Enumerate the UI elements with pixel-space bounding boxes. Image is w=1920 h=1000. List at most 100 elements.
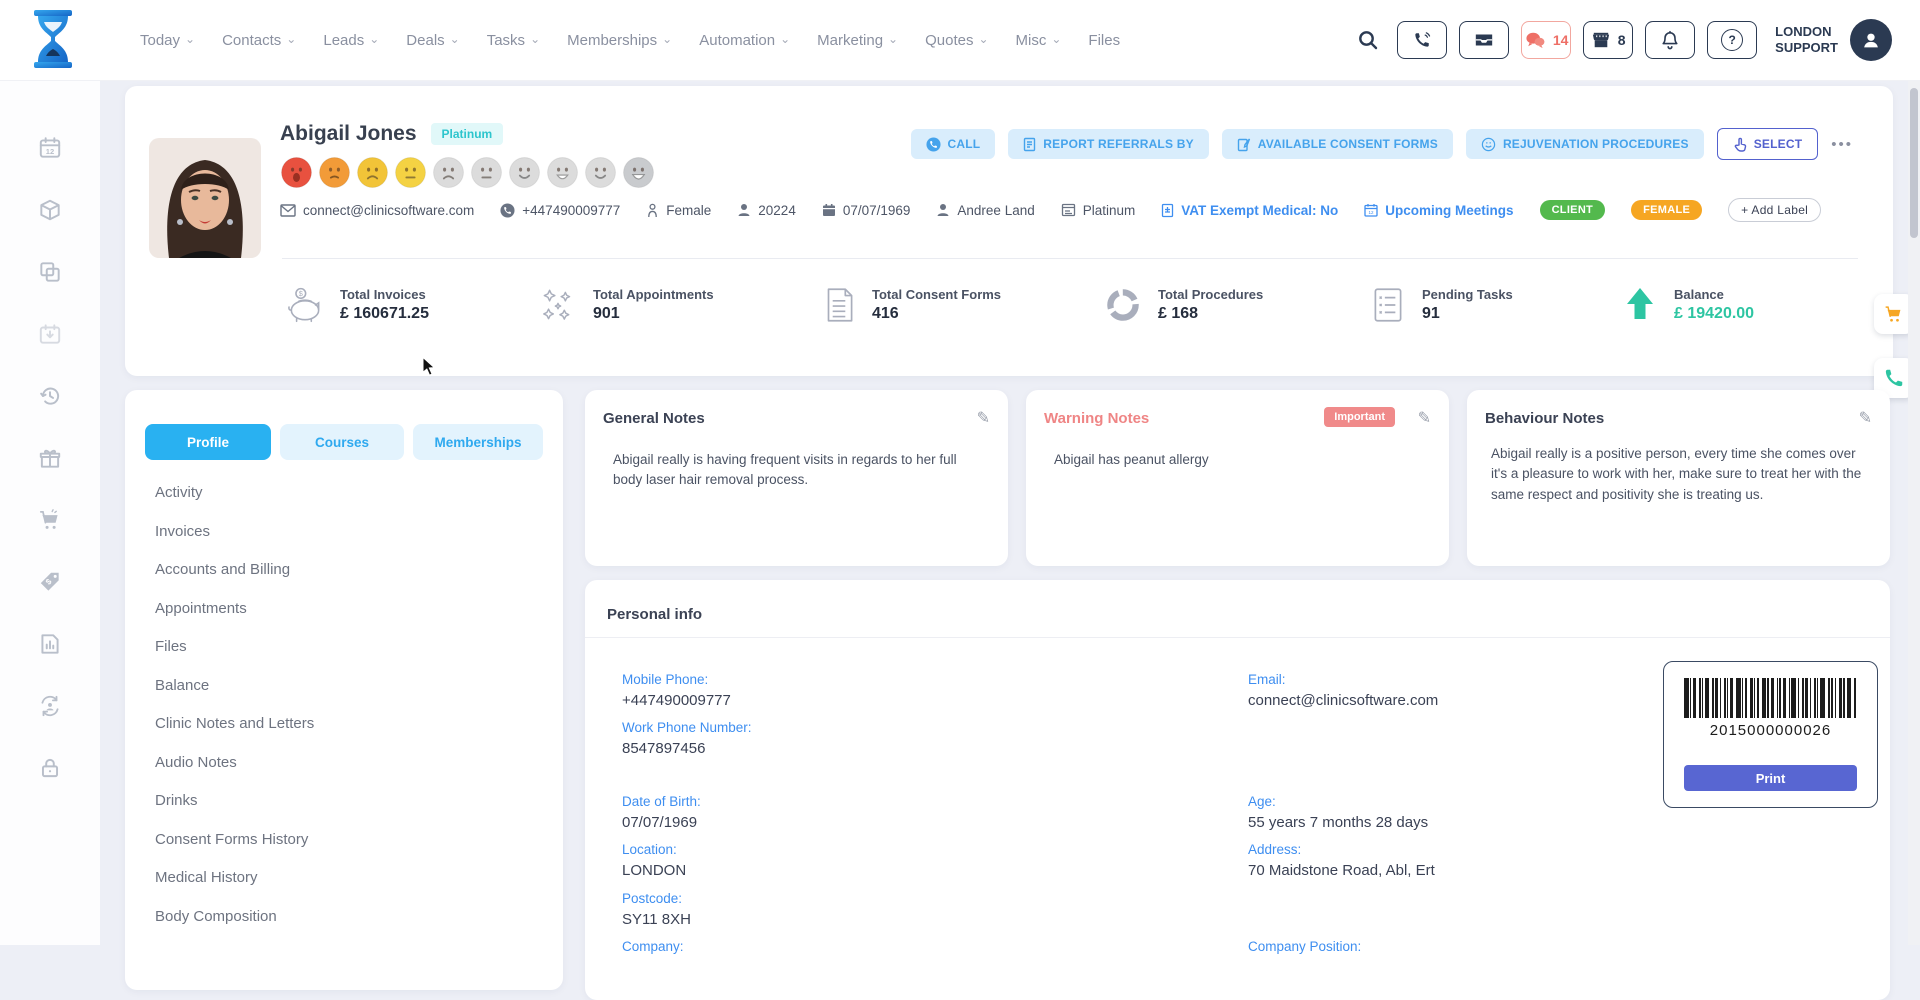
field-location: Location:LONDON (622, 842, 686, 879)
client-email[interactable]: connect@clinicsoftware.com (280, 203, 474, 218)
sidebar-item-drinks[interactable]: Drinks (155, 792, 314, 809)
client-phone[interactable]: +447490009777 (500, 203, 620, 218)
mood-face-4[interactable] (394, 156, 427, 189)
call-button[interactable]: CALL (911, 129, 996, 159)
edit-pencil-icon[interactable]: ✎ (1418, 408, 1431, 428)
client-header-card: Abigail Jones Platinum connect@clinicsof… (125, 86, 1893, 376)
label-female[interactable]: FEMALE (1631, 200, 1702, 220)
mood-face-5[interactable] (432, 156, 465, 189)
chevron-down-icon: ⌄ (530, 33, 540, 45)
sidebar-item-activity[interactable]: Activity (155, 484, 314, 501)
general-notes-title: General Notes (603, 410, 705, 427)
mood-face-9[interactable] (584, 156, 617, 189)
help-button[interactable]: ? (1707, 21, 1757, 59)
main-nav: Today⌄ Contacts⌄ Leads⌄ Deals⌄ Tasks⌄ Me… (140, 0, 1120, 80)
inbox-button[interactable] (1459, 21, 1509, 59)
store-icon (1591, 31, 1611, 49)
vat-exempt-link[interactable]: VAT Exempt Medical: No (1161, 203, 1338, 218)
nav-deals[interactable]: Deals⌄ (406, 32, 459, 49)
tab-courses[interactable]: Courses (280, 424, 404, 460)
sidebar-item-body-composition[interactable]: Body Composition (155, 908, 314, 925)
chevron-down-icon: ⌄ (888, 33, 898, 45)
field-email: Email:connect@clinicsoftware.com (1248, 672, 1438, 709)
app-logo[interactable] (26, 8, 80, 70)
sidebar-item-balance[interactable]: Balance (155, 677, 314, 694)
nav-today[interactable]: Today⌄ (140, 32, 195, 49)
sidebar-item-clinic-notes[interactable]: Clinic Notes and Letters (155, 715, 314, 732)
barcode-number: 2015000000026 (1664, 722, 1877, 739)
select-button[interactable]: SELECT (1717, 128, 1819, 160)
mood-face-1[interactable] (280, 156, 313, 189)
more-options-button[interactable]: ••• (1831, 136, 1853, 153)
stat-total-consent-forms: Total Consent Forms416 (820, 284, 1001, 326)
mood-face-3[interactable] (356, 156, 389, 189)
nav-files[interactable]: Files (1088, 32, 1120, 49)
client-card-level: Platinum (1061, 203, 1136, 218)
price-tag-icon[interactable]: $ (37, 569, 63, 595)
phone-icon (1413, 31, 1431, 49)
history-icon[interactable] (37, 383, 63, 409)
report-chart-icon[interactable] (37, 631, 63, 657)
rejuvenation-button[interactable]: REJUVENATION PROCEDURES (1466, 129, 1704, 159)
mood-face-6[interactable] (470, 156, 503, 189)
consent-forms-button[interactable]: AVAILABLE CONSENT FORMS (1222, 129, 1453, 159)
sidebar-item-invoices[interactable]: Invoices (155, 523, 314, 540)
upcoming-meetings-link[interactable]: 12 Upcoming Meetings (1364, 203, 1513, 218)
edit-pencil-icon[interactable]: ✎ (977, 408, 990, 428)
barcode-card: 2015000000026 Print (1663, 661, 1878, 808)
nav-contacts[interactable]: Contacts⌄ (222, 32, 296, 49)
store-button[interactable]: 8 (1583, 21, 1633, 59)
mood-face-10[interactable] (622, 156, 655, 189)
cart-icon (1883, 303, 1905, 325)
nav-leads[interactable]: Leads⌄ (323, 32, 379, 49)
tab-memberships[interactable]: Memberships (413, 424, 543, 460)
nav-automation[interactable]: Automation⌄ (699, 32, 790, 49)
account-name[interactable]: LONDON SUPPORT (1775, 24, 1838, 57)
field-company-position: Company Position: (1248, 939, 1361, 959)
cart-icon[interactable] (37, 507, 63, 533)
tab-profile[interactable]: Profile (145, 424, 271, 460)
calendar-icon[interactable]: 12 (37, 135, 63, 161)
mood-faces[interactable] (280, 156, 655, 189)
mood-face-7[interactable] (508, 156, 541, 189)
sidebar-item-audio-notes[interactable]: Audio Notes (155, 754, 314, 771)
nav-quotes[interactable]: Quotes⌄ (925, 32, 988, 49)
calendar-import-icon[interactable] (37, 321, 63, 347)
copy-icon[interactable] (37, 259, 63, 285)
nav-memberships[interactable]: Memberships⌄ (567, 32, 672, 49)
gift-icon[interactable] (37, 445, 63, 471)
nav-tasks[interactable]: Tasks⌄ (487, 32, 540, 49)
warning-notes-title: Warning Notes (1044, 410, 1149, 427)
sidebar-item-appointments[interactable]: Appointments (155, 600, 314, 617)
dialer-button[interactable] (1397, 21, 1447, 59)
package-icon[interactable] (37, 197, 63, 223)
avatar[interactable] (1850, 19, 1892, 61)
edit-pencil-icon[interactable]: ✎ (1859, 408, 1872, 428)
lock-icon[interactable] (37, 755, 63, 781)
calendar-icon (822, 203, 836, 217)
chat-button[interactable]: 14 (1521, 21, 1571, 59)
stat-total-appointments: Total Appointments901 (537, 284, 714, 326)
scrollbar-track[interactable] (1908, 0, 1920, 945)
mood-face-8[interactable] (546, 156, 579, 189)
general-notes-body: Abigail really is having frequent visits… (613, 450, 958, 491)
sidebar-item-files[interactable]: Files (155, 638, 314, 655)
print-button[interactable]: Print (1684, 765, 1857, 791)
personal-info-title: Personal info (607, 606, 702, 623)
notifications-button[interactable] (1645, 21, 1695, 59)
label-client[interactable]: CLIENT (1540, 200, 1606, 220)
mood-face-2[interactable] (318, 156, 351, 189)
search-icon[interactable] (1357, 29, 1379, 51)
nav-marketing[interactable]: Marketing⌄ (817, 32, 898, 49)
person-sync-icon[interactable] (37, 693, 63, 719)
scrollbar-thumb[interactable] (1910, 88, 1918, 238)
sidebar-item-consent-history[interactable]: Consent Forms History (155, 831, 314, 848)
person-icon (936, 203, 950, 217)
client-photo[interactable] (149, 138, 261, 258)
divider (282, 258, 1858, 259)
sidebar-item-accounts-billing[interactable]: Accounts and Billing (155, 561, 314, 578)
add-label-button[interactable]: + Add Label (1728, 198, 1821, 222)
nav-misc[interactable]: Misc⌄ (1016, 32, 1062, 49)
sidebar-item-medical-history[interactable]: Medical History (155, 869, 314, 886)
report-referrals-button[interactable]: REPORT REFERRALS BY (1008, 129, 1208, 159)
